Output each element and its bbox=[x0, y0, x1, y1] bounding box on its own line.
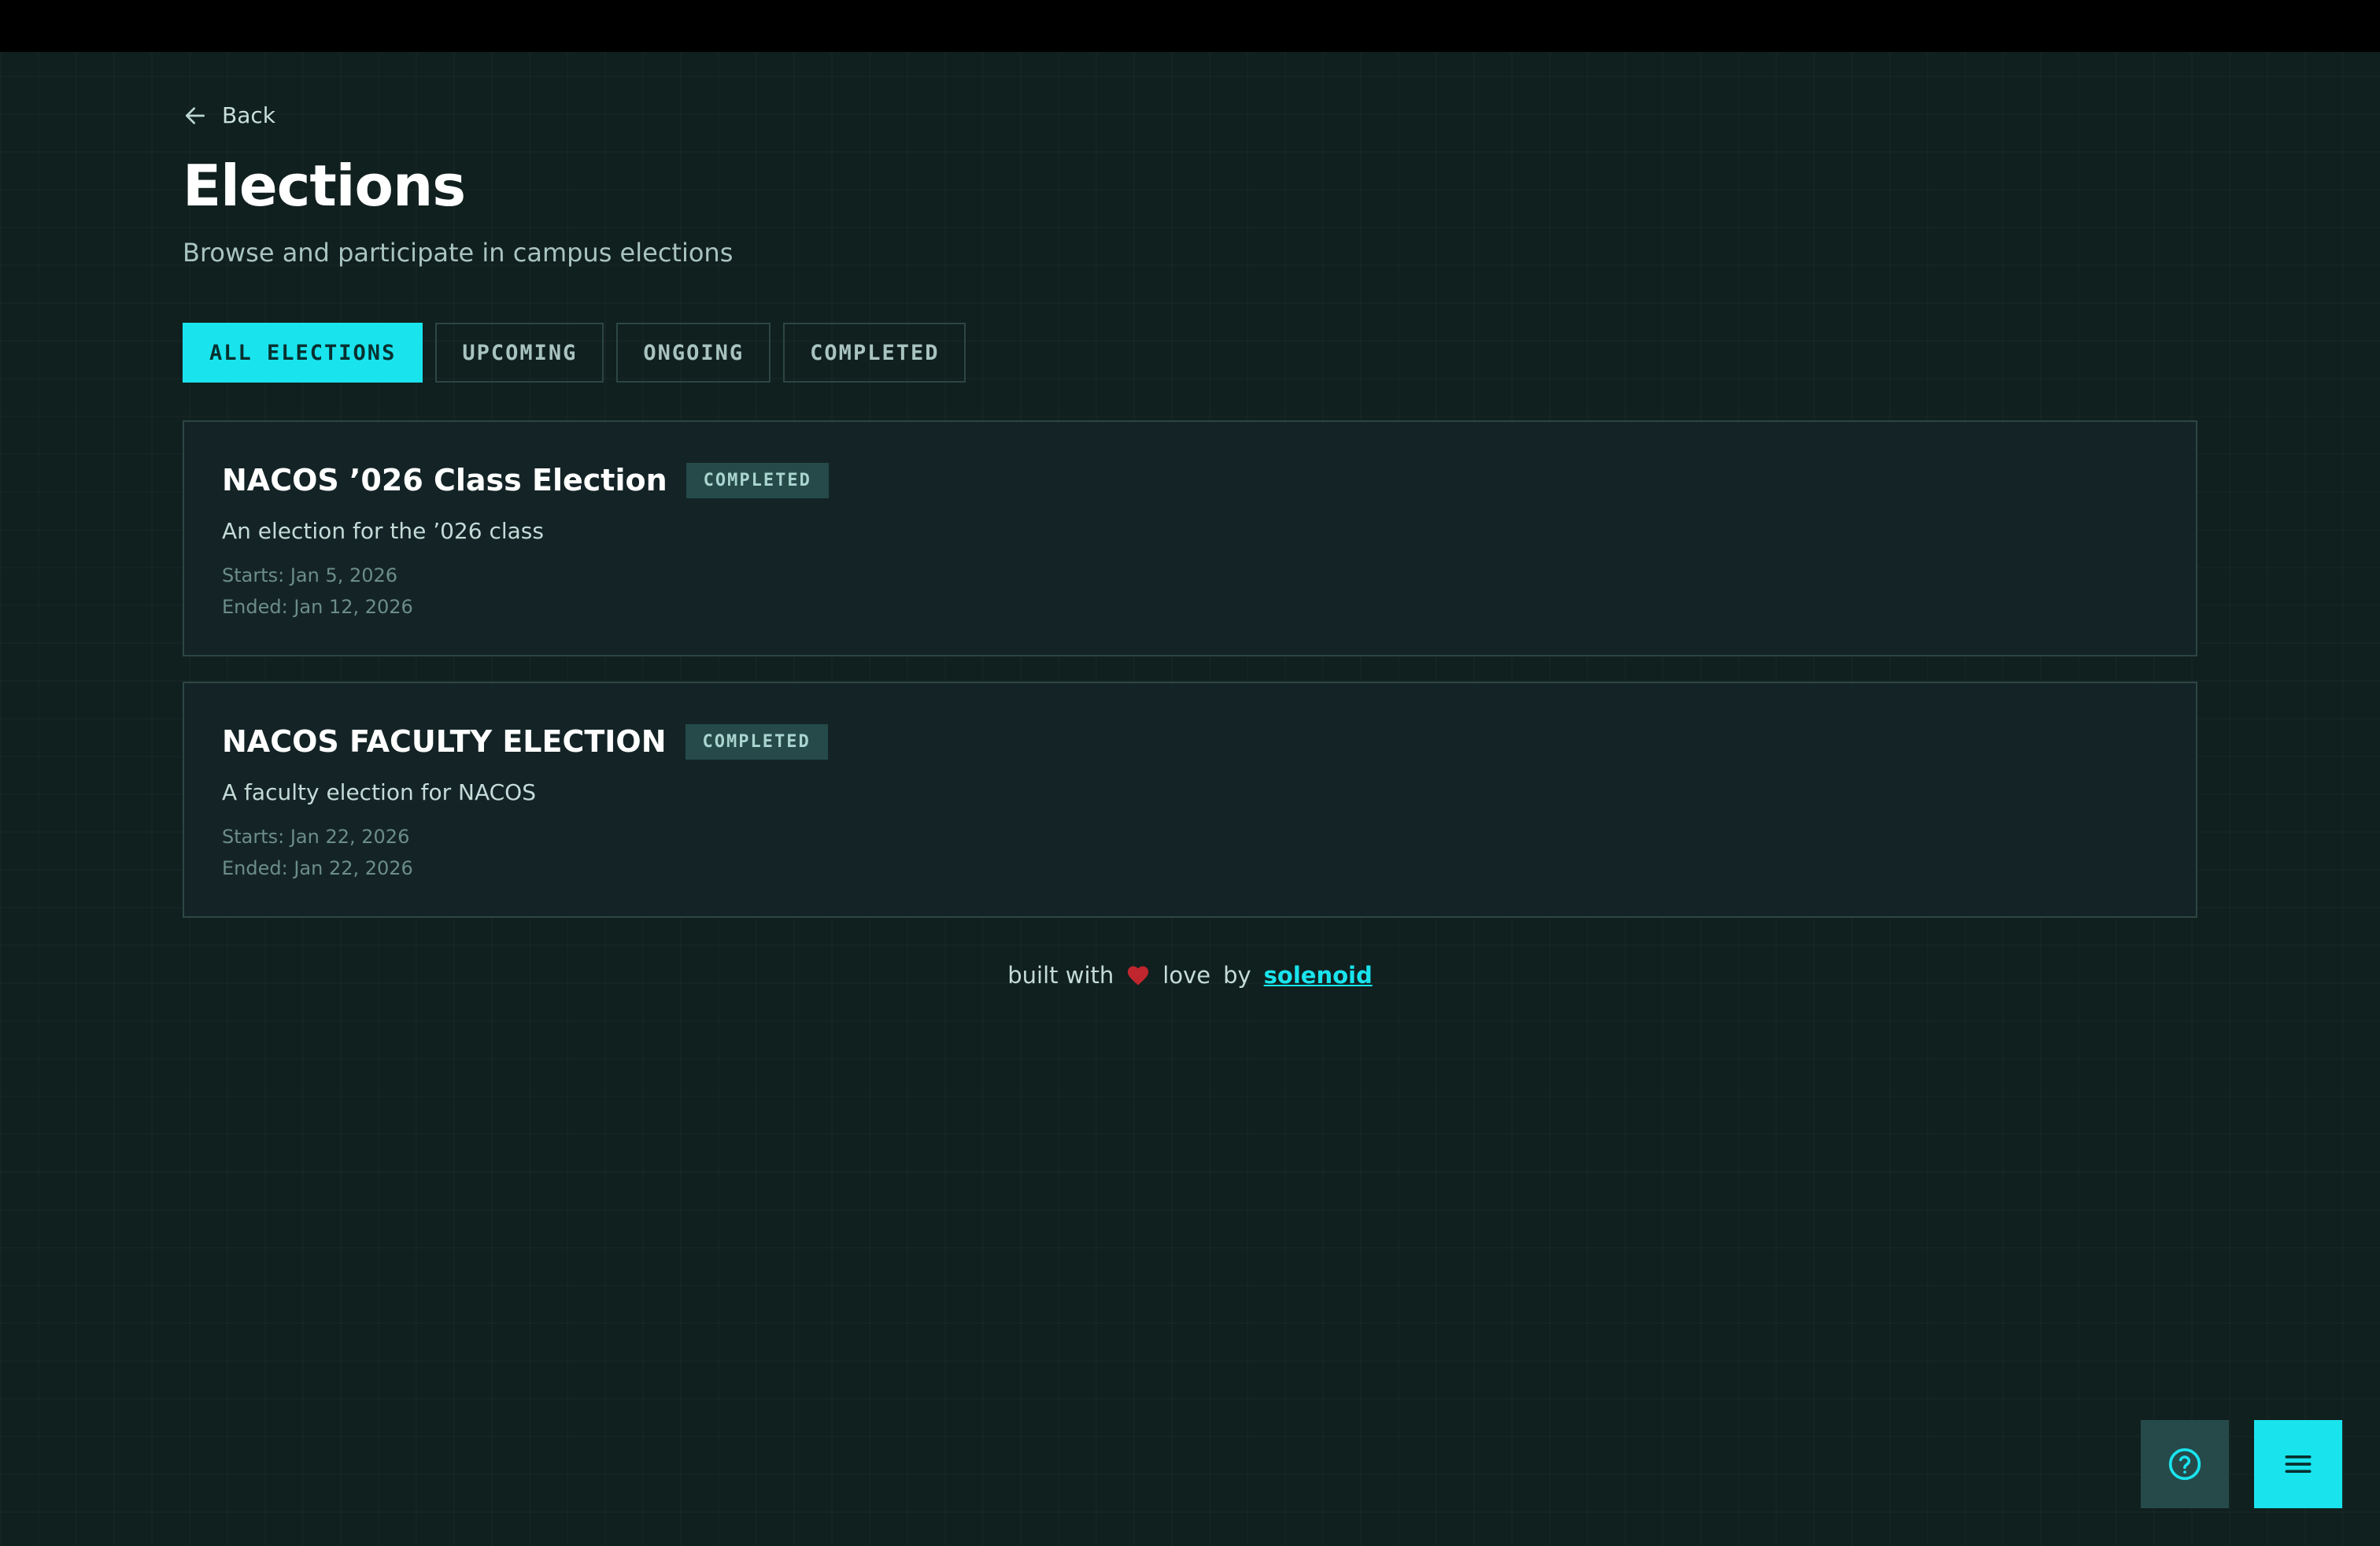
election-end-date: Ended: Jan 12, 2026 bbox=[222, 596, 413, 618]
election-list: NACOS ’026 Class Election COMPLETED An e… bbox=[183, 420, 2197, 943]
tab-completed[interactable]: COMPLETED bbox=[783, 323, 966, 383]
election-description: An election for the ’026 class bbox=[222, 518, 544, 544]
election-dates: Starts: Jan 5, 2026 Ended: Jan 12, 2026 bbox=[222, 560, 2158, 623]
election-dates: Starts: Jan 22, 2026 Ended: Jan 22, 2026 bbox=[222, 821, 2158, 884]
page-subtitle: Browse and participate in campus electio… bbox=[183, 238, 734, 268]
footer-link-solenoid[interactable]: solenoid bbox=[1264, 962, 1373, 989]
help-circle-icon bbox=[2168, 1448, 2201, 1481]
hamburger-menu-icon bbox=[2285, 1455, 2312, 1473]
tab-upcoming[interactable]: UPCOMING bbox=[435, 323, 604, 383]
election-card[interactable]: NACOS ’026 Class Election COMPLETED An e… bbox=[183, 420, 2197, 656]
back-button[interactable]: Back bbox=[183, 102, 275, 128]
election-end-date: Ended: Jan 22, 2026 bbox=[222, 857, 413, 879]
election-title: NACOS ’026 Class Election bbox=[222, 463, 667, 497]
heart-icon bbox=[1126, 964, 1150, 986]
footer-text-by: by bbox=[1223, 962, 1251, 989]
status-badge: COMPLETED bbox=[686, 462, 829, 498]
election-description: A faculty election for NACOS bbox=[222, 779, 536, 805]
election-start-date: Starts: Jan 5, 2026 bbox=[222, 564, 398, 586]
menu-button[interactable] bbox=[2254, 1420, 2342, 1508]
filter-tabs: ALL ELECTIONS UPCOMING ONGOING COMPLETED bbox=[183, 323, 966, 383]
tab-ongoing[interactable]: ONGOING bbox=[616, 323, 771, 383]
election-card-header: NACOS FACULTY ELECTION COMPLETED bbox=[222, 723, 2158, 760]
status-badge: COMPLETED bbox=[685, 723, 828, 760]
footer-text-built-with: built with bbox=[1007, 962, 1114, 989]
back-label: Back bbox=[222, 102, 275, 128]
election-card-header: NACOS ’026 Class Election COMPLETED bbox=[222, 461, 2158, 499]
election-start-date: Starts: Jan 22, 2026 bbox=[222, 826, 410, 848]
election-card[interactable]: NACOS FACULTY ELECTION COMPLETED A facul… bbox=[183, 682, 2197, 918]
arrow-left-icon bbox=[186, 106, 205, 124]
page-title: Elections bbox=[183, 153, 466, 219]
footer: built with love by solenoid bbox=[0, 962, 2380, 989]
footer-text-love: love bbox=[1162, 962, 1211, 989]
election-title: NACOS FACULTY ELECTION bbox=[222, 724, 667, 759]
top-bar bbox=[0, 0, 2380, 52]
tab-all-elections[interactable]: ALL ELECTIONS bbox=[183, 323, 423, 383]
help-button[interactable] bbox=[2141, 1420, 2229, 1508]
